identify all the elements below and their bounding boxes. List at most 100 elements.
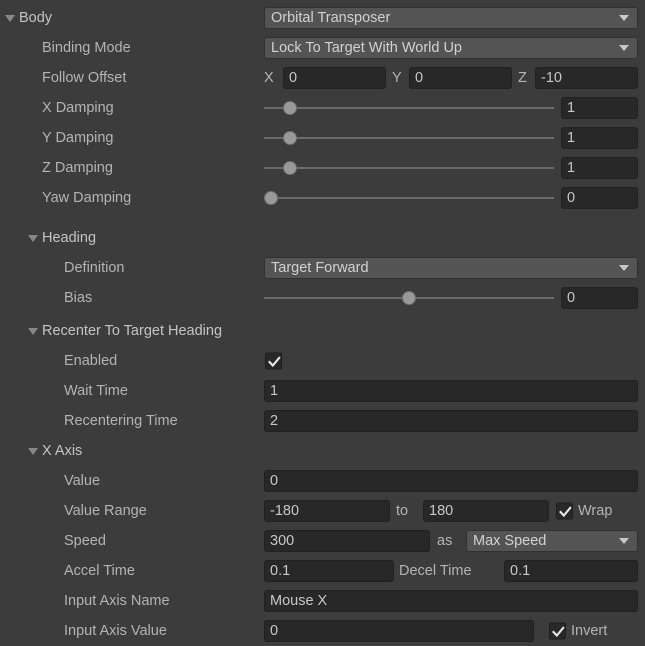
row-binding-mode: Binding Mode Lock To Target With World U… [0, 33, 645, 63]
input-axis-value-label: Input Axis Value [64, 623, 167, 639]
foldout-recenter-label: Recenter To Target Heading [42, 323, 223, 339]
x-axis-value-value: 0 [270, 473, 279, 489]
slider-handle[interactable] [283, 101, 298, 115]
x-axis-range-max-value: 180 [429, 503, 454, 519]
yaw-damping-slider[interactable] [264, 189, 554, 207]
heading-bias-label: Bias [64, 290, 93, 306]
chevron-down-icon [619, 45, 629, 51]
recenter-enabled-checkbox[interactable] [265, 352, 282, 370]
binding-mode-label: Binding Mode [42, 40, 131, 56]
follow-offset-y-input[interactable]: 0 [409, 67, 512, 89]
slider-track [264, 197, 554, 199]
input-axis-value-input[interactable]: 0 [264, 620, 534, 642]
unity-inspector-panel: Body Orbital Transposer Binding Mode Loc… [0, 0, 645, 646]
row-heading-section: Heading [0, 223, 645, 253]
foldout-x-axis[interactable]: X Axis [0, 443, 82, 459]
x-axis-range-min-input[interactable]: -180 [264, 500, 390, 522]
yaw-damping-input[interactable]: 0 [561, 187, 638, 209]
y-damping-input[interactable]: 1 [561, 127, 638, 149]
follow-offset-x-value: 0 [289, 70, 298, 86]
recenter-wait-time-value: 1 [270, 383, 279, 399]
z-damping-input[interactable]: 1 [561, 157, 638, 179]
follow-offset-y-value: 0 [415, 70, 424, 86]
binding-mode-value: Lock To Target With World Up [271, 40, 462, 56]
row-recenter-section: Recenter To Target Heading [0, 316, 645, 346]
recentering-time-input[interactable]: 2 [264, 410, 638, 432]
x-axis-range-separator: to [396, 503, 409, 519]
triangle-down-icon[interactable] [28, 327, 38, 335]
follow-offset-z-input[interactable]: -10 [535, 67, 638, 89]
foldout-recenter[interactable]: Recenter To Target Heading [0, 323, 222, 339]
row-body: Body Orbital Transposer [0, 3, 645, 33]
checkmark-icon [552, 626, 565, 638]
x-axis-value-label: Value [64, 473, 101, 489]
heading-definition-value: Target Forward [271, 260, 369, 276]
x-axis-accel-time-input[interactable]: 0.1 [264, 560, 394, 582]
y-damping-slider[interactable] [264, 129, 554, 147]
row-z-damping: Z Damping 1 [0, 153, 645, 183]
x-axis-decel-time-value: 0.1 [510, 563, 531, 579]
heading-bias-value: 0 [567, 290, 576, 306]
follow-offset-z-value: -10 [541, 70, 562, 86]
recenter-wait-time-input[interactable]: 1 [264, 380, 638, 402]
input-axis-name-input[interactable]: Mouse X [264, 590, 638, 612]
row-x-axis-speed: Speed 300 as Max Speed [0, 526, 645, 556]
x-axis-value-range-label: Value Range [64, 503, 147, 519]
row-x-axis-value: Value 0 [0, 466, 645, 496]
recentering-time-label: Recentering Time [64, 413, 178, 429]
x-damping-slider[interactable] [264, 99, 554, 117]
z-damping-value: 1 [567, 160, 576, 176]
triangle-down-icon[interactable] [28, 234, 38, 242]
input-axis-invert-checkbox[interactable] [549, 622, 566, 640]
follow-offset-z-label: Z [518, 70, 527, 86]
x-axis-range-min-value: -180 [270, 503, 300, 519]
foldout-heading[interactable]: Heading [0, 230, 96, 246]
x-axis-speed-input[interactable]: 300 [264, 530, 430, 552]
y-damping-label: Y Damping [42, 130, 114, 146]
input-axis-name-value: Mouse X [270, 593, 328, 609]
follow-offset-x-input[interactable]: 0 [283, 67, 386, 89]
foldout-x-axis-label: X Axis [42, 443, 83, 459]
row-input-axis-value: Input Axis Value 0 Invert [0, 616, 645, 646]
binding-mode-dropdown[interactable]: Lock To Target With World Up [264, 37, 638, 59]
x-axis-value-input[interactable]: 0 [264, 470, 638, 492]
x-axis-decel-time-input[interactable]: 0.1 [504, 560, 638, 582]
heading-definition-label: Definition [64, 260, 125, 276]
z-damping-label: Z Damping [42, 160, 113, 176]
x-axis-speed-value: 300 [270, 533, 295, 549]
x-axis-wrap-checkbox[interactable] [556, 502, 573, 520]
x-damping-input[interactable]: 1 [561, 97, 638, 119]
triangle-down-icon[interactable] [5, 14, 15, 22]
chevron-down-icon [619, 15, 629, 21]
slider-handle[interactable] [283, 161, 298, 175]
slider-track [264, 107, 554, 109]
x-axis-range-max-input[interactable]: 180 [423, 500, 549, 522]
body-type-dropdown[interactable]: Orbital Transposer [264, 7, 638, 29]
follow-offset-y-label: Y [392, 70, 402, 86]
heading-bias-slider[interactable] [264, 289, 554, 307]
heading-definition-dropdown[interactable]: Target Forward [264, 257, 638, 279]
body-type-value: Orbital Transposer [271, 10, 391, 26]
checkmark-icon [268, 356, 281, 368]
z-damping-slider[interactable] [264, 159, 554, 177]
chevron-down-icon [619, 265, 629, 271]
input-axis-value-value: 0 [270, 623, 279, 639]
x-axis-decel-time-label: Decel Time [399, 563, 472, 579]
triangle-down-icon[interactable] [28, 447, 38, 455]
yaw-damping-value: 0 [567, 190, 576, 206]
checkmark-icon [559, 506, 572, 518]
slider-handle[interactable] [283, 131, 298, 145]
x-axis-speed-as-label: as [437, 533, 453, 549]
heading-bias-input[interactable]: 0 [561, 287, 638, 309]
row-recenter-wait-time: Wait Time 1 [0, 376, 645, 406]
slider-handle[interactable] [264, 191, 278, 205]
recenter-enabled-label: Enabled [64, 353, 118, 369]
slider-track [264, 137, 554, 139]
x-axis-accel-time-label: Accel Time [64, 563, 135, 579]
recenter-wait-time-label: Wait Time [64, 383, 128, 399]
slider-handle[interactable] [402, 291, 416, 305]
foldout-body[interactable]: Body [0, 10, 52, 26]
foldout-body-label: Body [19, 10, 53, 26]
row-recentering-time: Recentering Time 2 [0, 406, 645, 436]
x-axis-speed-mode-dropdown[interactable]: Max Speed [466, 530, 638, 552]
